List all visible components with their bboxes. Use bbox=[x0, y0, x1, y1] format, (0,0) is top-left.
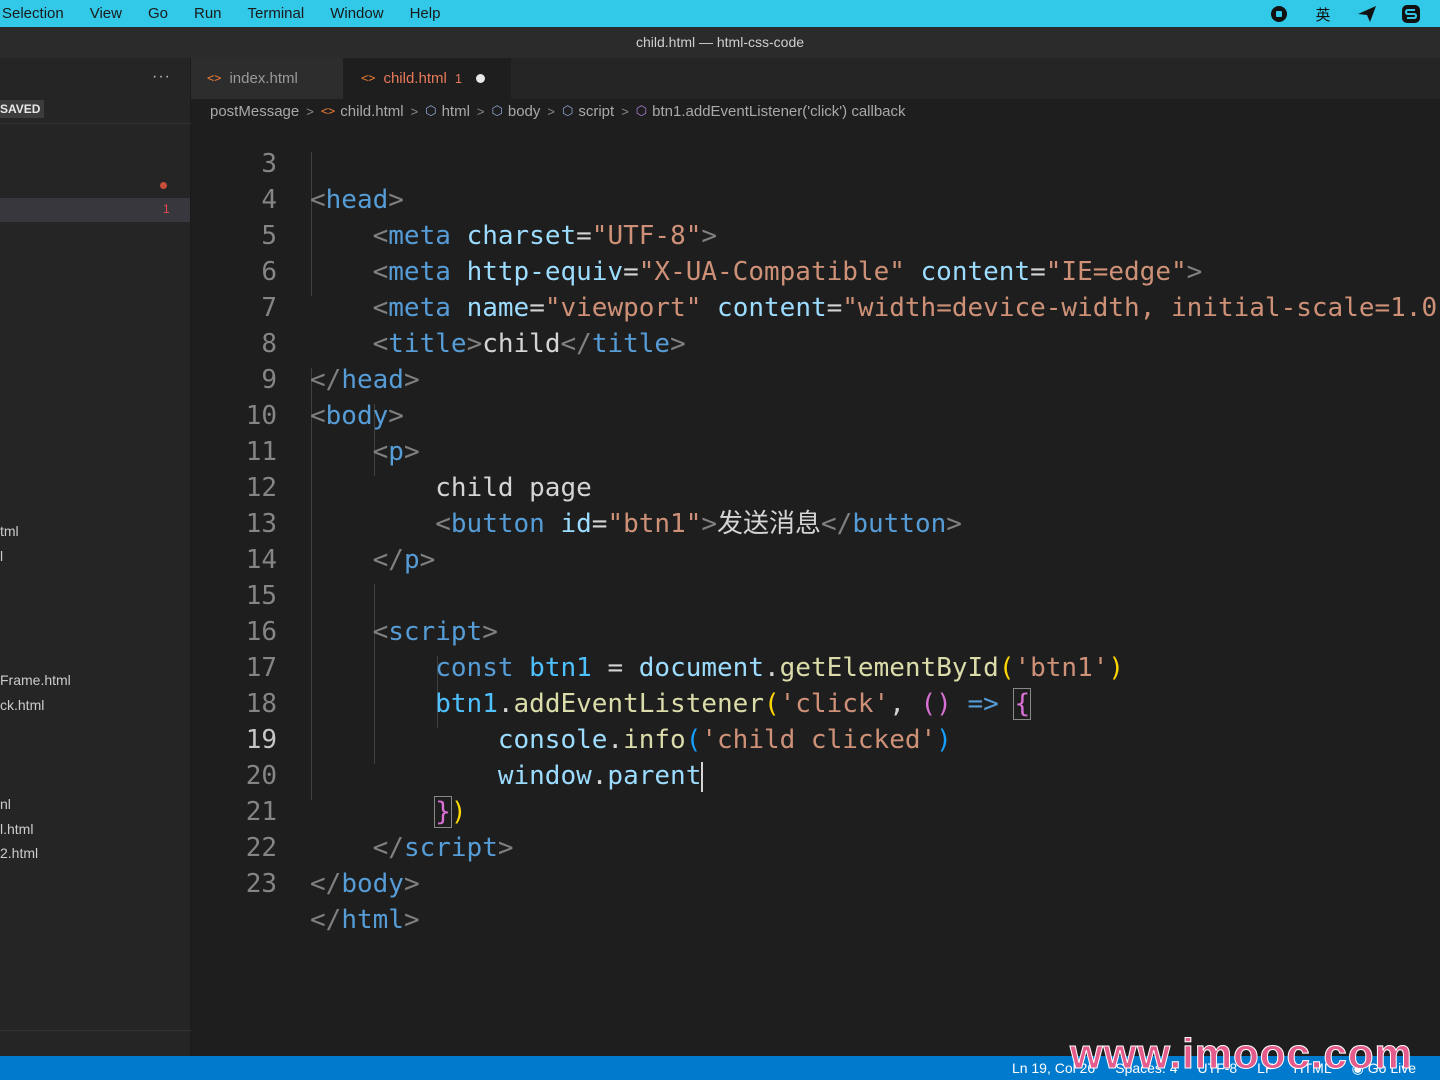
html-file-icon: <> bbox=[320, 104, 336, 118]
tab-index-html[interactable]: <> index.html bbox=[191, 58, 343, 99]
sidebar-file[interactable]: l.html bbox=[0, 821, 33, 837]
element-icon: ⬡ bbox=[562, 103, 574, 118]
code-line: 11 child page bbox=[191, 398, 1440, 503]
breadcrumb-script[interactable]: ⬡ script bbox=[562, 103, 614, 120]
sidebar-divider bbox=[0, 123, 191, 124]
record-icon[interactable] bbox=[1268, 3, 1290, 25]
menu-terminal[interactable]: Terminal bbox=[235, 0, 318, 27]
code-line: 14 bbox=[191, 506, 1440, 575]
tag-name: html bbox=[341, 905, 404, 935]
send-icon[interactable] bbox=[1356, 3, 1378, 25]
unsaved-dot-icon[interactable] bbox=[476, 74, 486, 83]
breadcrumb-file[interactable]: <> child.html bbox=[321, 103, 404, 120]
modified-dot-icon bbox=[160, 182, 167, 189]
code-line: 12 <button id="btn1">发送消息</button> bbox=[191, 434, 1440, 539]
code-line: 16 const btn1 = document.getElementById(… bbox=[191, 578, 1440, 683]
menu-bar: Selection View Go Run Terminal Window He… bbox=[0, 0, 1440, 27]
chevron-right-icon: > bbox=[476, 103, 485, 119]
html-file-icon: <> bbox=[207, 71, 222, 85]
breadcrumb-label: html bbox=[441, 102, 470, 120]
code-line: 6 <meta name="viewport" content="width=d… bbox=[191, 218, 1440, 323]
code-line: 4 <meta charset="UTF-8"> bbox=[191, 146, 1440, 251]
line-number: 23 bbox=[245, 869, 277, 899]
breadcrumb: postMessage > <> child.html > ⬡ html > ⬡ bo… bbox=[191, 99, 1440, 123]
sidebar-item-active[interactable]: 1 bbox=[0, 198, 190, 222]
chevron-right-icon: > bbox=[547, 103, 555, 119]
breadcrumb-html[interactable]: ⬡ html bbox=[425, 103, 470, 120]
menu-run[interactable]: Run bbox=[181, 0, 235, 27]
chevron-right-icon: > bbox=[621, 103, 629, 119]
problem-count-badge: 1 bbox=[163, 202, 170, 216]
tab-label: child.html bbox=[383, 70, 447, 87]
code-line: 23 </html> bbox=[191, 830, 1440, 935]
window-title: child.html — html-css-code bbox=[0, 27, 1440, 58]
sidebar-file[interactable]: tml bbox=[0, 523, 19, 539]
code-line: 10 <p> bbox=[191, 362, 1440, 467]
s-icon[interactable] bbox=[1400, 3, 1422, 25]
tab-label: index.html bbox=[229, 70, 298, 87]
html-file-icon: <> bbox=[361, 71, 376, 85]
more-actions-icon[interactable]: ··· bbox=[152, 68, 171, 86]
sidebar-divider bbox=[0, 1030, 191, 1031]
menu-go[interactable]: Go bbox=[135, 0, 181, 27]
watermark-logo: www.imooc.com bbox=[1070, 1030, 1413, 1078]
input-method-icon[interactable]: 英 bbox=[1312, 3, 1334, 25]
breadcrumb-label: body bbox=[507, 102, 541, 120]
chevron-right-icon: > bbox=[306, 103, 314, 119]
code-line: 21 </script> bbox=[191, 758, 1440, 863]
code-line: 7 <title>child</title> bbox=[191, 254, 1440, 359]
code-line: 9 <body> bbox=[191, 326, 1440, 431]
menu-selection[interactable]: Selection bbox=[0, 0, 77, 27]
code-line: 15 <script> bbox=[191, 542, 1440, 647]
status-tray: 英 bbox=[1268, 3, 1422, 25]
code-line: 13 </p> bbox=[191, 470, 1440, 575]
code-line: 5 <meta http-equiv="X-UA-Compatible" con… bbox=[191, 182, 1440, 287]
breadcrumb-folder[interactable]: postMessage bbox=[210, 103, 299, 120]
breadcrumb-body[interactable]: ⬡ body bbox=[492, 103, 541, 120]
code-line: 8 </head> bbox=[191, 290, 1440, 395]
function-icon: ⬡ bbox=[635, 103, 648, 118]
tag-name: body bbox=[341, 869, 404, 899]
menu-window[interactable]: Window bbox=[317, 0, 396, 27]
editor-tabs: <> index.html <> child.html 1 bbox=[191, 58, 1440, 99]
sidebar-file[interactable]: 2.html bbox=[0, 845, 38, 861]
sidebar-file[interactable]: nl bbox=[0, 796, 11, 812]
explorer-sidebar: ··· SAVED 1 tml l Frame.html ck.html nl … bbox=[0, 58, 191, 1056]
chevron-right-icon: > bbox=[410, 103, 419, 119]
element-icon: ⬡ bbox=[491, 103, 503, 118]
menu-help[interactable]: Help bbox=[397, 0, 454, 27]
sidebar-file[interactable]: Frame.html bbox=[0, 672, 71, 688]
code-line-current: 19 window.parent bbox=[191, 686, 1440, 792]
tab-child-html[interactable]: <> child.html 1 bbox=[343, 58, 511, 99]
code-editor[interactable]: 3 <head> 4 <meta charset="UTF-8"> 5 <met… bbox=[191, 123, 1440, 1056]
code-line: 3 <head> bbox=[191, 123, 1440, 215]
code-line: 17 btn1.addEventListener('click', () => … bbox=[191, 614, 1440, 720]
breadcrumb-label: btn1.addEventListener('click') callback bbox=[652, 102, 906, 120]
menu-view[interactable]: View bbox=[77, 0, 135, 27]
code-line: 20 }) bbox=[191, 722, 1440, 828]
element-icon: ⬡ bbox=[425, 103, 437, 118]
breadcrumb-callback[interactable]: ⬡ btn1.addEventListener('click') callback bbox=[636, 103, 906, 120]
problem-count-badge: 1 bbox=[454, 71, 463, 86]
breadcrumb-label: script bbox=[578, 102, 615, 120]
sidebar-file[interactable]: l bbox=[0, 548, 3, 564]
code-line: 22 </body> bbox=[191, 794, 1440, 899]
sidebar-file[interactable]: ck.html bbox=[0, 697, 44, 713]
breadcrumb-label: child.html bbox=[340, 102, 404, 120]
open-editors-unsaved-label: SAVED bbox=[0, 100, 45, 118]
code-line: 18 console.info('child clicked') bbox=[191, 650, 1440, 755]
